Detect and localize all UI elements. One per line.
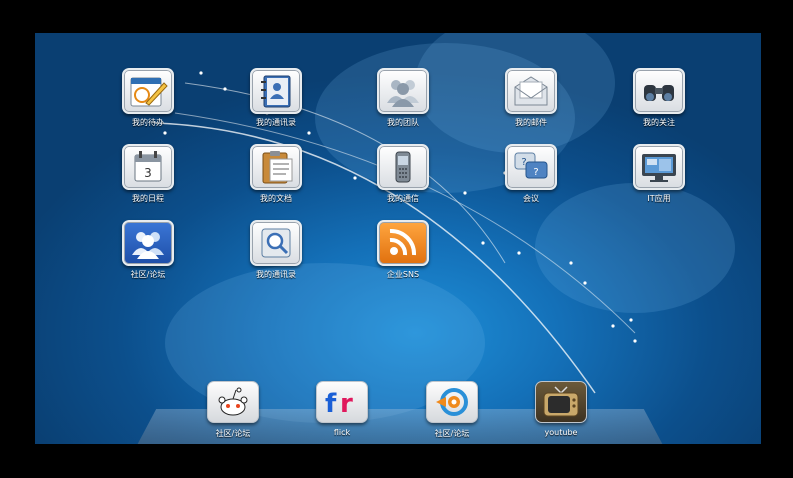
youtube-tile[interactable]	[535, 381, 587, 423]
dock-item-blinklist[interactable]: 社区/论坛	[412, 381, 492, 439]
team-people-icon	[387, 80, 419, 107]
contact-search-tile[interactable]	[250, 220, 302, 266]
magnifier-icon	[261, 228, 291, 258]
enterprise-sns-label: 企业SNS	[386, 270, 420, 279]
retro-tv-icon	[543, 386, 579, 417]
svg-text:?: ?	[533, 167, 538, 178]
app-icon-contacts[interactable]: 我的通讯录	[236, 68, 316, 128]
flick-tile[interactable]: f r	[316, 381, 368, 423]
app-icon-phone[interactable]: 我的通信	[363, 144, 443, 204]
chat-bubbles-icon: ? ?	[514, 152, 548, 179]
mobile-phone-icon	[395, 151, 411, 183]
svg-text:3: 3	[144, 166, 152, 180]
schedule-tile[interactable]: 3	[122, 144, 174, 190]
meeting-tile[interactable]: ? ?	[505, 144, 557, 190]
reddit-alien-icon	[218, 387, 248, 416]
community-tile[interactable]	[122, 220, 174, 266]
svg-text:r: r	[340, 389, 353, 419]
mail-label: 我的邮件	[515, 118, 547, 127]
app-icon-todo[interactable]: 我的待办	[108, 68, 188, 128]
address-book-icon	[261, 75, 291, 108]
calendar-pencil-icon	[130, 77, 168, 107]
mail-tile[interactable]	[505, 68, 557, 114]
app-icon-enterprise-sns[interactable]: 企业SNS	[363, 220, 443, 280]
app-icon-meeting[interactable]: ? ? 会议	[491, 144, 571, 204]
binoculars-icon	[644, 85, 674, 101]
contacts-tile[interactable]	[250, 68, 302, 114]
it-apps-label: IT应用	[647, 194, 671, 203]
flick-label: flick	[333, 428, 351, 437]
app-icon-contact-search[interactable]: 我的通讯录	[236, 220, 316, 280]
flickr-logo-icon: f r	[325, 389, 353, 419]
youtube-label: youtube	[544, 428, 578, 437]
desktop-screen: 我的待办 我的通讯录 我的团队 我的邮件 我的关注 3 我的日程 我的文档 我的…	[35, 33, 761, 444]
dock-item-youtube[interactable]: youtube	[521, 381, 601, 437]
phone-tile[interactable]	[377, 144, 429, 190]
todo-label: 我的待办	[132, 118, 164, 127]
follow-label: 我的关注	[643, 118, 675, 127]
app-icon-follow[interactable]: 我的关注	[619, 68, 699, 128]
documents-tile[interactable]	[250, 144, 302, 190]
app-icon-it-apps[interactable]: IT应用	[619, 144, 699, 204]
clipboard-icon	[262, 151, 293, 184]
todo-tile[interactable]	[122, 68, 174, 114]
reddit-label: 社区/论坛	[215, 429, 251, 438]
app-icon-schedule[interactable]: 3 我的日程	[108, 144, 188, 204]
rss-feed-icon	[389, 228, 417, 256]
svg-text:?: ?	[521, 157, 526, 168]
calendar-icon: 3	[134, 151, 162, 182]
enterprise-sns-tile[interactable]	[377, 220, 429, 266]
envelope-icon	[514, 76, 548, 106]
it-apps-tile[interactable]	[633, 144, 685, 190]
phone-label: 我的通信	[387, 194, 419, 203]
documents-label: 我的文档	[260, 194, 292, 203]
meeting-label: 会议	[523, 194, 539, 203]
blinklist-tile[interactable]	[426, 381, 478, 423]
reddit-tile[interactable]	[207, 381, 259, 423]
schedule-label: 我的日程	[132, 194, 164, 203]
dock-item-flick[interactable]: f r flick	[302, 381, 382, 437]
app-icon-community[interactable]: 社区/论坛	[108, 220, 188, 280]
team-label: 我的团队	[387, 118, 419, 127]
app-icon-team[interactable]: 我的团队	[363, 68, 443, 128]
team-tile[interactable]	[377, 68, 429, 114]
dock-item-reddit[interactable]: 社区/论坛	[193, 381, 273, 439]
app-icon-documents[interactable]: 我的文档	[236, 144, 316, 204]
contact-search-label: 我的通讯录	[256, 270, 296, 279]
follow-tile[interactable]	[633, 68, 685, 114]
svg-text:f: f	[325, 389, 337, 419]
eye-target-icon	[436, 388, 468, 416]
blinklist-label: 社区/论坛	[434, 429, 470, 438]
contacts-label: 我的通讯录	[256, 118, 296, 127]
community-people-icon	[132, 232, 164, 259]
monitor-icon	[642, 154, 676, 182]
app-icon-mail[interactable]: 我的邮件	[491, 68, 571, 128]
community-label: 社区/论坛	[130, 270, 166, 279]
